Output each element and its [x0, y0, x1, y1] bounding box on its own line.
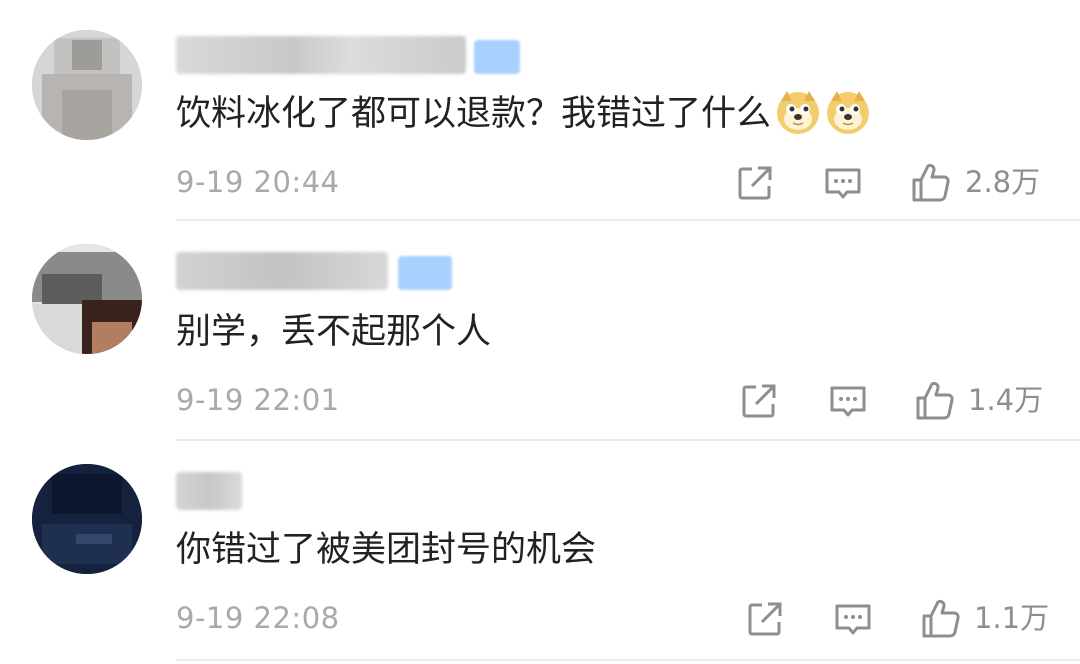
doge-emoji-icon: [777, 91, 820, 134]
username-redacted[interactable]: [176, 472, 242, 510]
like-count: 1.4万: [968, 383, 1044, 417]
avatar-image: [32, 244, 142, 354]
avatar[interactable]: [32, 244, 142, 354]
comment-item: 饮料冰化了都可以退款？我错过了什么 9-19 20:44 2.8万: [0, 0, 1080, 222]
comment-timestamp: 9-19 22:01: [176, 383, 340, 417]
comment-text: 饮料冰化了都可以退款？我错过了什么: [176, 91, 871, 136]
divider: [176, 659, 1080, 661]
comment-text: 别学，丢不起那个人: [176, 312, 492, 352]
thumbs-up-icon[interactable]: [910, 162, 952, 204]
username-redacted[interactable]: [176, 252, 388, 290]
reply-icon[interactable]: [827, 380, 869, 422]
like-count: 2.8万: [965, 165, 1041, 199]
avatar-image: [32, 30, 142, 140]
comment-item: 别学，丢不起那个人 9-19 22:01 1.4万: [0, 222, 1080, 442]
thumbs-up-icon[interactable]: [920, 598, 962, 640]
comment-timestamp: 9-19 22:08: [176, 601, 340, 635]
reply-icon[interactable]: [832, 598, 874, 640]
doge-emoji-icon: [827, 91, 870, 134]
share-icon[interactable]: [734, 162, 776, 204]
comment-body: 饮料冰化了都可以退款？我错过了什么: [176, 94, 772, 134]
thumbs-up-icon[interactable]: [914, 380, 956, 422]
user-badge: [398, 256, 452, 290]
reply-icon[interactable]: [822, 162, 864, 204]
share-icon[interactable]: [744, 598, 786, 640]
like-count: 1.1万: [974, 601, 1050, 635]
comment-timestamp: 9-19 20:44: [176, 165, 340, 199]
username-redacted[interactable]: [176, 36, 466, 74]
comment-item: 你错过了被美团封号的机会 9-19 22:08 1.1万: [0, 442, 1080, 664]
divider: [176, 439, 1080, 441]
divider: [176, 219, 1080, 221]
avatar[interactable]: [32, 30, 142, 140]
avatar[interactable]: [32, 464, 142, 574]
user-badge: [474, 40, 520, 74]
share-icon[interactable]: [738, 380, 780, 422]
comment-text: 你错过了被美团封号的机会: [176, 530, 597, 570]
avatar-image: [32, 464, 142, 574]
